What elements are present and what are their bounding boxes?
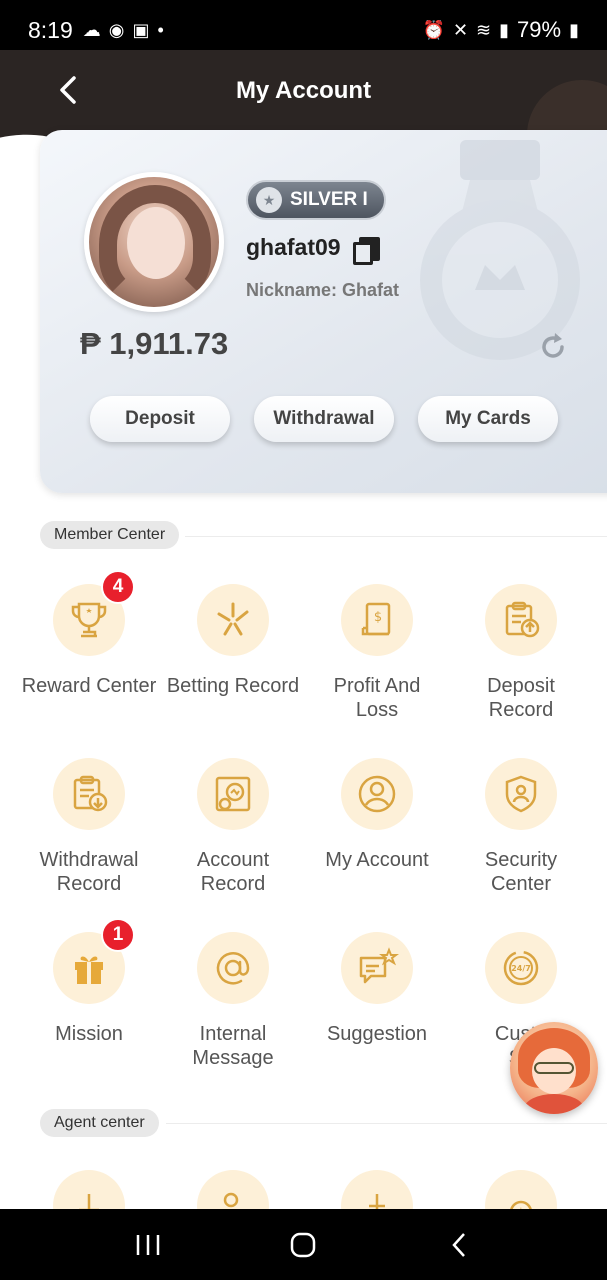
user-icon: [358, 775, 396, 813]
system-nav-bar: [0, 1209, 607, 1280]
deposit-button[interactable]: Deposit: [90, 396, 230, 442]
grid-item-label: Security Center: [484, 849, 558, 895]
at-icon: [216, 952, 250, 985]
medal-watermark-icon: [420, 140, 580, 360]
member-center-tag: Member Center: [40, 521, 180, 549]
back-button[interactable]: [50, 72, 86, 108]
chevron-left-icon: [60, 76, 76, 104]
recent-apps-icon: [136, 1234, 160, 1255]
page-title: My Account: [235, 77, 372, 104]
mission-button[interactable]: 1 Mission: [17, 918, 161, 1046]
my-cards-button[interactable]: My Cards: [418, 396, 558, 442]
recent-apps-button[interactable]: [128, 1225, 168, 1265]
header: My Account: [0, 60, 607, 122]
dot-icon: •: [157, 19, 164, 40]
rank-label: SILVER I: [290, 189, 368, 210]
back-arrow-icon: [452, 1232, 466, 1257]
betting-record-button[interactable]: Betting Record: [161, 584, 305, 698]
battery-text: 79%: [517, 17, 562, 42]
my-account-button[interactable]: My Account: [305, 758, 449, 872]
agent-center-tag: Agent center: [40, 1109, 159, 1137]
internal-message-button[interactable]: Internal Message: [161, 932, 305, 1070]
balance: ₱ 1,911.73: [80, 326, 229, 361]
cloud-icon: ☁: [82, 19, 101, 40]
svg-text:$: $: [374, 610, 382, 625]
rank-badge: ★ SILVER I: [246, 180, 386, 220]
alarm-icon: ⏰: [422, 19, 445, 40]
suggestion-button[interactable]: Suggestion: [305, 932, 449, 1046]
support-avatar-button[interactable]: [510, 1022, 598, 1114]
battery-icon: ▮: [569, 19, 579, 40]
grid-item-label: Suggestion: [326, 1023, 428, 1045]
grid-item-label: My Account: [325, 849, 429, 871]
deposit-record-button[interactable]: Deposit Record: [449, 584, 593, 722]
divider: [166, 1123, 607, 1124]
gift-icon: [75, 956, 103, 984]
grid-item-label: Deposit Record: [487, 675, 555, 721]
notification-badge: 4: [101, 570, 135, 604]
mute-icon: ✕: [452, 19, 469, 40]
reward-center-button[interactable]: 4 Reward Center: [17, 570, 161, 698]
svg-text:24/7: 24/7: [511, 964, 531, 973]
home-button[interactable]: [283, 1225, 323, 1265]
account-card: ★ SILVER I ghafat09 Nickname: Ghafat ₱ 1…: [40, 130, 607, 493]
status-time: 8:19: [28, 16, 73, 43]
grid-item-label: Betting Record: [166, 675, 300, 697]
home-icon: [291, 1232, 316, 1257]
grid-item-label: Mission: [55, 1023, 123, 1045]
withdrawal-button[interactable]: Withdrawal: [254, 396, 394, 442]
24-7-icon: 24/7: [503, 950, 539, 986]
username: ghafat09: [246, 234, 341, 260]
account-record-button[interactable]: Account Record: [161, 758, 305, 896]
trophy-icon: [71, 602, 107, 638]
signal-icon: ▮: [499, 19, 510, 40]
security-center-button[interactable]: Security Center: [449, 758, 593, 896]
clipboard-download-icon: [73, 775, 108, 812]
notification-badge: 1: [101, 918, 135, 952]
grid-item-label: Account Record: [196, 849, 270, 895]
wifi-icon: ≋: [476, 19, 492, 40]
withdrawal-record-button[interactable]: Withdrawal Record: [17, 758, 161, 896]
rank-medal-icon: ★: [256, 187, 282, 213]
messenger-icon: ◉: [108, 19, 125, 40]
copy-icon[interactable]: [352, 236, 380, 265]
divider: [185, 536, 607, 537]
chat-star-icon: [359, 947, 399, 984]
account-record-icon: [215, 776, 251, 812]
grid-item-label: Reward Center: [21, 675, 157, 697]
grid-item-label: Profit And Loss: [333, 675, 421, 721]
shop-icon: ▣: [132, 19, 150, 40]
profit-and-loss-button[interactable]: $ Profit And Loss: [305, 584, 449, 722]
nickname: Nickname: Ghafat: [246, 280, 400, 300]
grid-item-label: Withdrawal Record: [39, 849, 139, 895]
avatar[interactable]: [84, 172, 224, 312]
shield-icon: [505, 775, 537, 813]
clipboard-upload-icon: [505, 601, 540, 638]
grid-item-label: Internal Message: [192, 1023, 274, 1069]
system-back-button[interactable]: [439, 1225, 479, 1265]
receipt-icon: $: [361, 602, 391, 636]
betting-icon: [217, 602, 249, 636]
refresh-icon[interactable]: [538, 332, 568, 362]
